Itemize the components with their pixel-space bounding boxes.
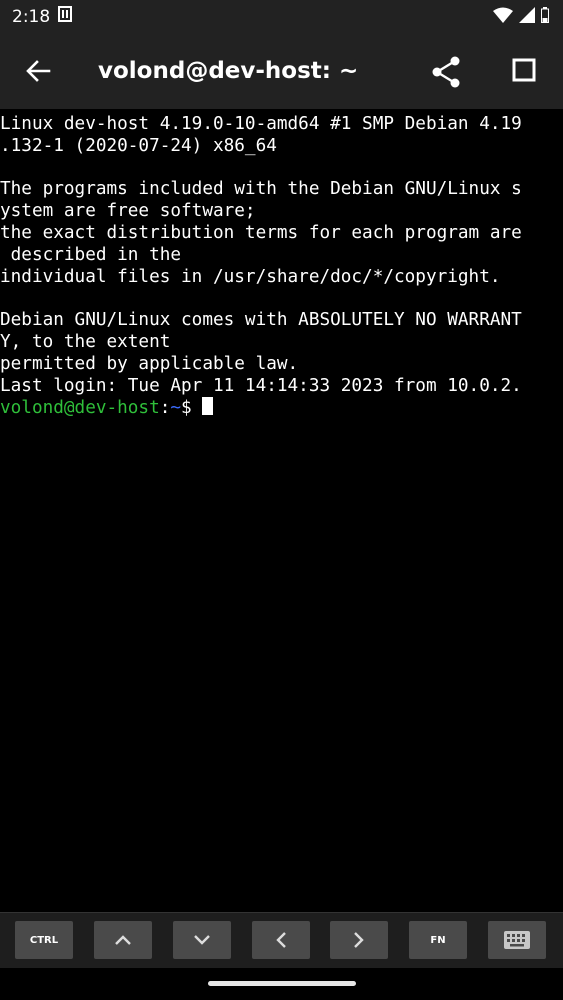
terminal-line: .132-1 (2020-07-24) x86_64 bbox=[0, 135, 277, 156]
signal-icon bbox=[519, 6, 535, 27]
terminal-output[interactable]: Linux dev-host 4.19.0-10-amd64 #1 SMP De… bbox=[0, 114, 563, 910]
ctrl-key-button[interactable]: CTRL bbox=[15, 921, 73, 959]
sim-card-icon bbox=[58, 6, 73, 27]
status-bar: 2:18 bbox=[0, 0, 563, 33]
navigation-bar bbox=[0, 968, 563, 1000]
status-time: 2:18 bbox=[12, 6, 51, 27]
terminal-line: the exact distribution terms for each pr… bbox=[0, 222, 522, 243]
ctrl-key-label: CTRL bbox=[29, 934, 59, 946]
prompt-user-host: volond@dev-host bbox=[0, 398, 160, 419]
terminal-line: Y, to the extent bbox=[0, 331, 171, 352]
keyboard-icon bbox=[504, 931, 530, 949]
terminal-line: individual files in /usr/share/doc/*/cop… bbox=[0, 266, 501, 287]
terminal-line: permitted by applicable law. bbox=[0, 353, 299, 374]
keyboard-toggle-button[interactable] bbox=[488, 921, 546, 959]
text-cursor bbox=[202, 397, 214, 416]
status-right bbox=[493, 6, 549, 27]
prompt-symbol: $ bbox=[181, 398, 203, 419]
fn-key-label: FN bbox=[430, 934, 446, 946]
prompt-line: volond@dev-host:~$ bbox=[0, 397, 563, 419]
prompt-path: ~ bbox=[170, 398, 182, 419]
terminal-line: The programs included with the Debian GN… bbox=[0, 179, 522, 200]
arrow-right-button[interactable] bbox=[330, 921, 388, 959]
terminal-line: Last login: Tue Apr 11 14:14:33 2023 fro… bbox=[0, 375, 522, 396]
back-arrow-icon[interactable] bbox=[22, 55, 54, 87]
battery-icon bbox=[541, 6, 549, 27]
extra-keys-bar: CTRL FN bbox=[0, 912, 563, 969]
terminal-line: described in the bbox=[0, 244, 182, 265]
wifi-icon bbox=[493, 7, 513, 27]
session-title: volond@dev-host: ~ bbox=[98, 58, 359, 84]
prompt-separator: : bbox=[159, 398, 171, 419]
arrow-up-button[interactable] bbox=[94, 921, 152, 959]
app-bar: volond@dev-host: ~ bbox=[0, 33, 563, 109]
fn-key-button[interactable]: FN bbox=[409, 921, 467, 959]
chevron-left-icon bbox=[276, 932, 286, 948]
chevron-down-icon bbox=[194, 935, 210, 945]
terminal-line: ystem are free software; bbox=[0, 201, 256, 222]
chevron-right-icon bbox=[354, 932, 364, 948]
arrow-left-button[interactable] bbox=[252, 921, 310, 959]
stop-square-icon[interactable] bbox=[508, 55, 540, 87]
status-left: 2:18 bbox=[12, 6, 73, 27]
chevron-up-icon bbox=[115, 935, 131, 945]
terminal-line: Linux dev-host 4.19.0-10-amd64 #1 SMP De… bbox=[0, 114, 522, 134]
arrow-down-button[interactable] bbox=[173, 921, 231, 959]
home-gesture-pill[interactable] bbox=[208, 981, 356, 986]
terminal-line: Debian GNU/Linux comes with ABSOLUTELY N… bbox=[0, 310, 522, 331]
share-icon[interactable] bbox=[428, 53, 466, 91]
